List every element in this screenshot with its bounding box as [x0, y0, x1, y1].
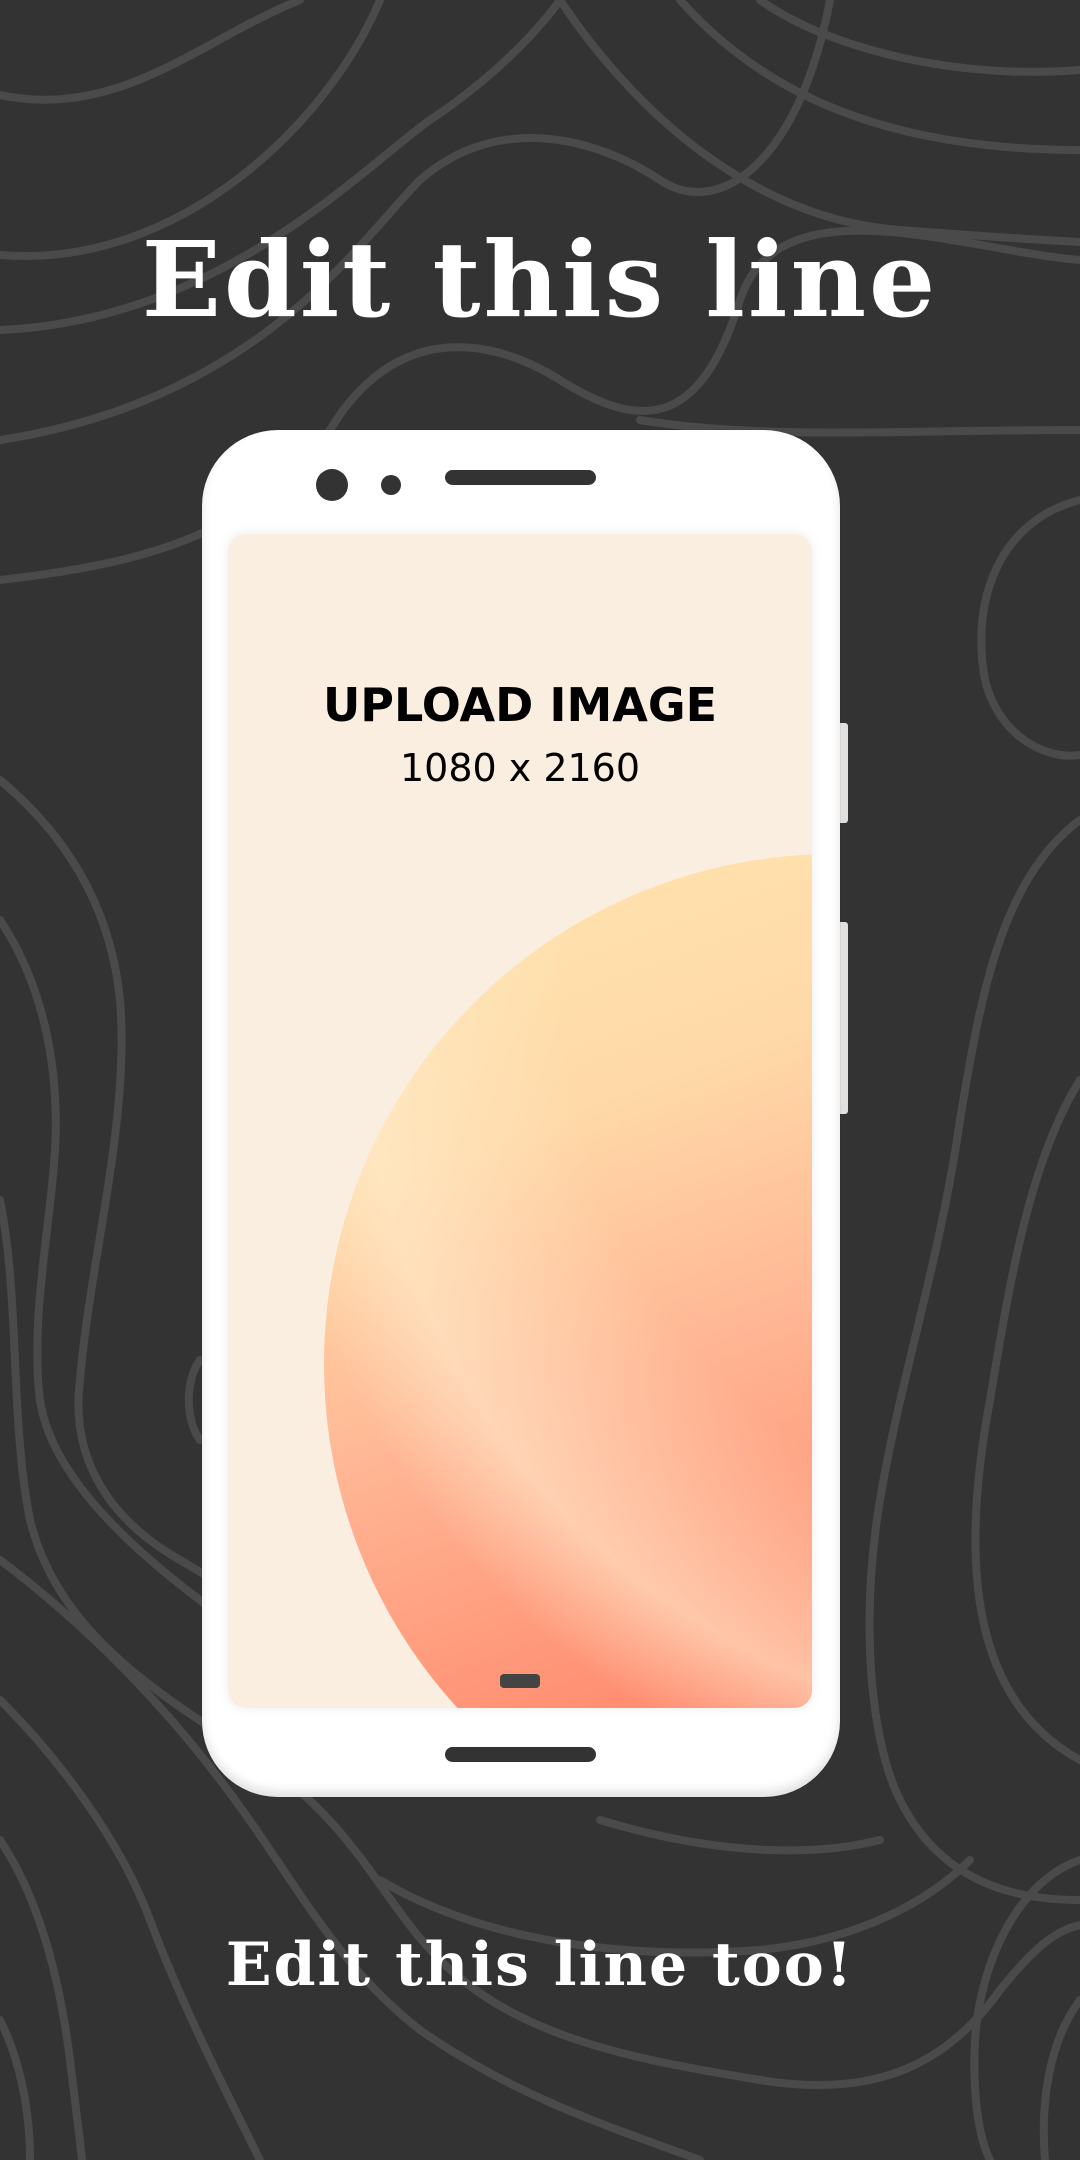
headline[interactable]: Edit this line — [0, 218, 1080, 341]
front-camera-icon — [316, 469, 348, 501]
earpiece-speaker-icon — [445, 470, 596, 485]
subline[interactable]: Edit this line too! — [0, 1930, 1080, 2000]
bottom-speaker-icon — [445, 1747, 596, 1762]
sensor-icon — [381, 475, 401, 495]
poster-canvas: Edit this line UPLOAD IMAGE 1080 x 2160 … — [0, 0, 1080, 2160]
phone-screen-placeholder[interactable]: UPLOAD IMAGE 1080 x 2160 — [228, 534, 812, 1708]
gradient-circle-glow — [324, 854, 812, 1708]
upload-image-label: UPLOAD IMAGE — [322, 678, 718, 732]
image-dimensions-label: 1080 x 2160 — [399, 746, 641, 790]
home-indicator-icon — [500, 1674, 540, 1688]
